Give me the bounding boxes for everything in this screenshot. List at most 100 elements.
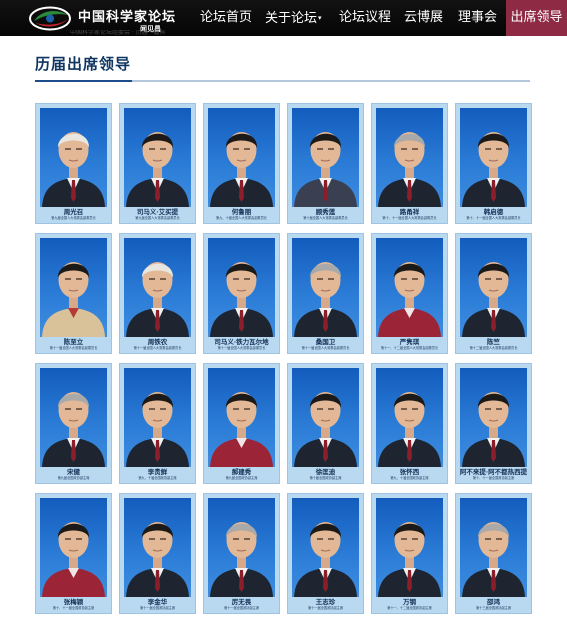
leader-name: 阿不来提·阿不都热西提	[459, 468, 528, 476]
portrait-photo-icon	[462, 392, 525, 467]
nav-council[interactable]: 理事会	[458, 0, 502, 36]
leader-name: 张怀西	[399, 468, 420, 476]
leader-title: 第十一届全国人大常委会副委员长	[49, 346, 98, 350]
leader-name: 路甬祥	[399, 208, 420, 216]
leader-portrait	[124, 498, 191, 597]
leader-portrait	[124, 108, 191, 207]
portrait-photo-icon	[378, 392, 441, 467]
leader-card[interactable]: 李金华 第十一届全国政协副主席	[119, 493, 196, 614]
portrait-photo-icon	[126, 392, 189, 467]
portrait-photo-icon	[294, 262, 357, 337]
top-navigation-bar: 中国科学家论坛 闻见昌 中国科学家论坛组委会 · 历届 · 嘉宾 论坛首页 关于…	[0, 0, 567, 36]
leader-card[interactable]: 张怀西 第九、十届全国政协副主席	[371, 363, 448, 484]
portrait-photo-icon	[210, 522, 273, 597]
leader-card[interactable]: 邵鸿 第十三届全国政协副主席	[455, 493, 532, 614]
leader-portrait	[292, 368, 359, 467]
leader-card[interactable]: 万钢 第十一、十二届全国政协副主席	[371, 493, 448, 614]
leader-name: 何鲁丽	[231, 208, 252, 216]
leader-title: 第十一届全国政协副主席	[307, 606, 344, 610]
leader-name: 司马义·铁力瓦尔地	[214, 338, 269, 346]
leader-portrait	[40, 238, 107, 337]
nav-about[interactable]: 关于论坛▾	[265, 0, 329, 36]
leader-name: 陈竺	[487, 338, 500, 346]
leader-portrait	[40, 498, 107, 597]
leader-portrait	[208, 368, 275, 467]
leader-card[interactable]: 严隽琪 第十一、十二届全国人大常委会副委员长	[371, 233, 448, 354]
leader-card[interactable]: 张梅颖 第十、十一届全国政协副主席	[35, 493, 112, 614]
leader-card[interactable]: 司马义·艾买提 第九届全国人大常委会副委员长	[119, 103, 196, 224]
portrait-photo-icon	[294, 392, 357, 467]
leader-title: 第九、十届全国人大常委会副委员长	[216, 216, 267, 220]
leader-title: 第十一、十二届全国人大常委会副委员长	[380, 346, 439, 350]
portrait-photo-icon	[42, 262, 105, 337]
leader-title: 第十、十一届全国人大常委会副委员长	[382, 216, 437, 220]
nav-cloud-expo[interactable]: 云博展	[404, 0, 448, 36]
leader-portrait	[376, 108, 443, 207]
leader-portrait	[292, 498, 359, 597]
leader-card[interactable]: 韩启德 第十、十一届全国人大常委会副委员长	[455, 103, 532, 224]
portrait-photo-icon	[42, 392, 105, 467]
leader-card[interactable]: 陈至立 第十一届全国人大常委会副委员长	[35, 233, 112, 354]
nav-label: 云博展	[404, 10, 444, 25]
nav-agenda[interactable]: 论坛议程	[339, 0, 395, 36]
nav-label: 论坛议程	[339, 10, 392, 25]
leader-card[interactable]: 陈竺 第十二届全国人大常委会副委员长	[455, 233, 532, 354]
leader-card[interactable]: 王志珍 第十一届全国政协副主席	[287, 493, 364, 614]
nav-label: 出席领导	[510, 10, 563, 25]
leader-portrait	[40, 108, 107, 207]
leader-name: 桑国卫	[315, 338, 336, 346]
leader-portrait	[292, 108, 359, 207]
leader-portrait	[40, 368, 107, 467]
nav-attending-leaders[interactable]: 出席领导	[506, 0, 567, 36]
portrait-photo-icon	[462, 262, 525, 337]
leader-card[interactable]: 周铁农 第十一届全国人大常委会副委员长	[119, 233, 196, 354]
leader-name: 宋健	[67, 468, 80, 476]
portrait-photo-icon	[210, 262, 273, 337]
portrait-photo-icon	[378, 132, 441, 207]
leader-name: 周光召	[63, 208, 84, 216]
leader-card[interactable]: 宋健 第九届全国政协副主席	[35, 363, 112, 484]
leader-card[interactable]: 厉无畏 第十一届全国政协副主席	[203, 493, 280, 614]
leader-portrait	[460, 498, 527, 597]
portrait-photo-icon	[210, 132, 273, 207]
leader-card[interactable]: 郝建秀 第九届全国政协副主席	[203, 363, 280, 484]
forum-logo-icon	[29, 6, 71, 31]
portrait-photo-icon	[294, 522, 357, 597]
leader-name: 万钢	[403, 598, 416, 606]
leader-title: 第九届全国政协副主席	[57, 476, 90, 480]
leader-name: 李贵鲜	[147, 468, 168, 476]
leader-name: 徐匡迪	[315, 468, 336, 476]
leader-card[interactable]: 李贵鲜 第九、十届全国政协副主席	[119, 363, 196, 484]
leader-title: 第十一届全国人大常委会副委员长	[301, 346, 350, 350]
chevron-down-icon: ▾	[318, 14, 322, 22]
leader-card[interactable]: 阿不来提·阿不都热西提 第十、十一届全国政协副主席	[455, 363, 532, 484]
title-divider	[35, 80, 530, 82]
leader-card[interactable]: 司马义·铁力瓦尔地 第十一届全国人大常委会副委员长	[203, 233, 280, 354]
portrait-photo-icon	[378, 522, 441, 597]
leader-portrait	[460, 238, 527, 337]
leader-card[interactable]: 周光召 第九届全国人大常委会副委员长	[35, 103, 112, 224]
portrait-photo-icon	[462, 522, 525, 597]
leader-title: 第十一届全国政协副主席	[223, 606, 260, 610]
leader-portrait	[460, 108, 527, 207]
logo-title: 中国科学家论坛	[78, 10, 177, 25]
leader-title: 第九届全国政协副主席	[225, 476, 258, 480]
leader-card[interactable]: 桑国卫 第十一届全国人大常委会副委员长	[287, 233, 364, 354]
leader-card[interactable]: 顾秀莲 第十届全国人大常委会副委员长	[287, 103, 364, 224]
portrait-photo-icon	[210, 392, 273, 467]
portrait-photo-icon	[42, 132, 105, 207]
leader-name: 司马义·艾买提	[136, 208, 179, 216]
leader-name: 李金华	[147, 598, 168, 606]
leader-title: 第十一届全国政协副主席	[139, 606, 176, 610]
leader-card[interactable]: 何鲁丽 第九、十届全国人大常委会副委员长	[203, 103, 280, 224]
leader-portrait	[460, 368, 527, 467]
leader-card[interactable]: 路甬祥 第十、十一届全国人大常委会副委员长	[371, 103, 448, 224]
leader-title: 第九届全国人大常委会副委员长	[51, 216, 96, 220]
leader-title: 第十一、十二届全国政协副主席	[387, 606, 432, 610]
nav-home[interactable]: 论坛首页	[200, 0, 256, 36]
leader-card[interactable]: 徐匡迪 第十届全国政协副主席	[287, 363, 364, 484]
portrait-photo-icon	[378, 262, 441, 337]
leader-name: 周铁农	[147, 338, 168, 346]
leader-name: 邵鸿	[487, 598, 500, 606]
leader-name: 郝建秀	[231, 468, 252, 476]
